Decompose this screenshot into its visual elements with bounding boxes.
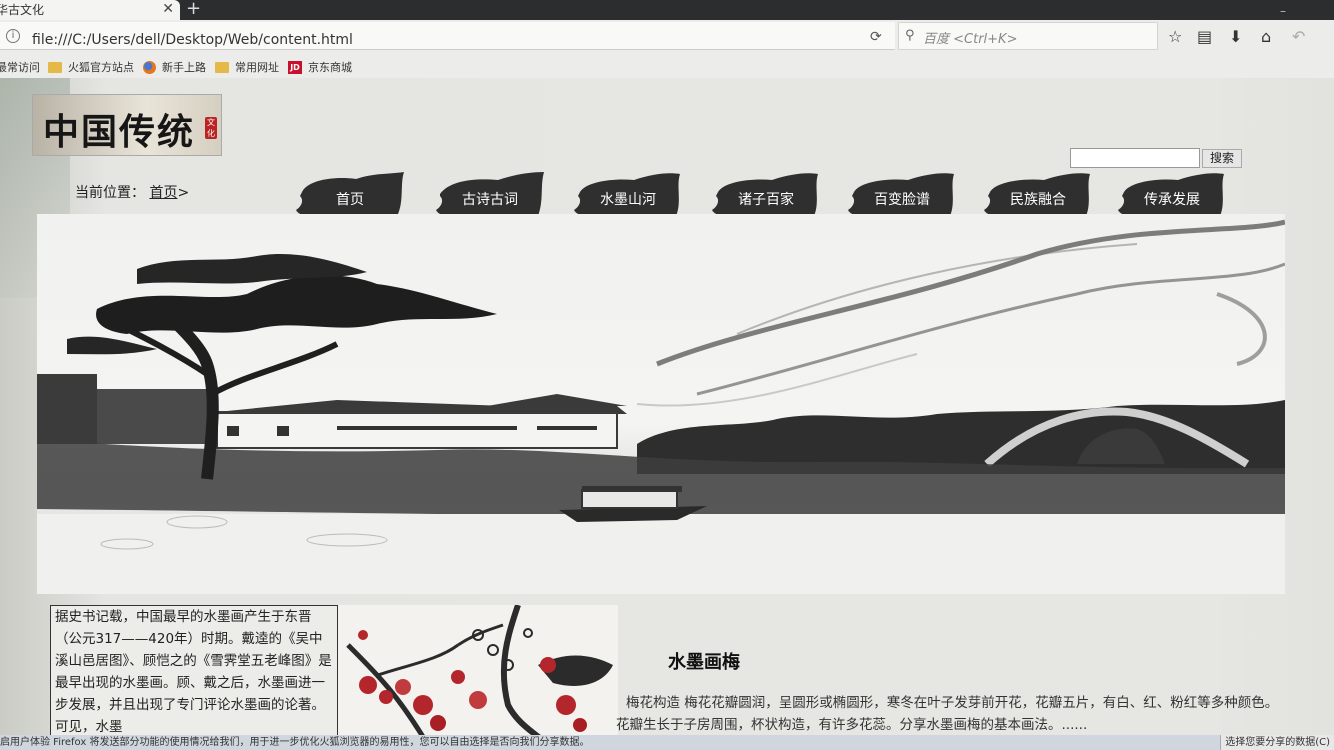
logo-stamp: 文化	[205, 117, 217, 139]
breadcrumb-suffix: >	[177, 185, 190, 201]
folder-icon	[215, 61, 229, 73]
nav-label: 民族融合	[1010, 192, 1066, 208]
address-bar[interactable]: i file:///C:/Users/dell/Desktop/Web/cont…	[0, 22, 895, 50]
download-icon[interactable]: ⬇	[1229, 27, 1242, 46]
article-title: 水墨画梅	[668, 652, 740, 673]
bookmark-label: 火狐官方站点	[68, 61, 134, 74]
site-logo[interactable]: 中国传统 文化	[32, 94, 222, 156]
nav-label: 传承发展	[1144, 192, 1200, 208]
ink-landscape-banner	[37, 214, 1285, 594]
logo-text: 中国传统	[43, 111, 196, 153]
web-page: 中国传统 文化 搜索 当前位置： 首页> 首页 古诗古词 水墨山河 诸子百家 百…	[0, 78, 1334, 735]
search-placeholder: 百度 <Ctrl+K>	[923, 32, 1018, 47]
new-tab-icon[interactable]: +	[186, 0, 201, 19]
breadcrumb-home-link[interactable]: 首页	[149, 185, 177, 201]
reading-list-icon[interactable]: ▤	[1197, 27, 1212, 46]
bookmark-label: 新手上路	[162, 61, 206, 74]
browser-search-box[interactable]: ⚲ 百度 <Ctrl+K>	[898, 22, 1158, 50]
notification-message: 启用户体验 Firefox 将发送部分功能的使用情况给我们，用于进一步优化火狐浏…	[0, 737, 590, 748]
bookmark-label: 京东商城	[308, 61, 352, 74]
navigation-toolbar: i file:///C:/Users/dell/Desktop/Web/cont…	[0, 4, 1334, 58]
breadcrumb: 当前位置： 首页>	[75, 182, 189, 202]
bookmark-getting-started[interactable]: 新手上路	[143, 59, 206, 75]
site-search-input[interactable]	[1070, 148, 1200, 168]
bookmark-most-visited[interactable]: 最常访问	[0, 59, 40, 75]
plum-blossom-image	[338, 605, 618, 735]
tab-strip: 华古文化 ✕ +	[0, 0, 1334, 20]
back-arrow-icon[interactable]: ↶	[1292, 27, 1305, 46]
nav-label: 首页	[336, 192, 364, 208]
data-sharing-notification: 启用户体验 Firefox 将发送部分功能的使用情况给我们，用于进一步优化火狐浏…	[0, 735, 1334, 750]
bookmarks-toolbar: 最常访问 火狐官方站点 新手上路 常用网址 JD 京东商城	[0, 56, 1334, 78]
bookmark-label: 最常访问	[0, 61, 40, 74]
jd-icon: JD	[288, 60, 302, 74]
firefox-icon	[143, 60, 156, 74]
choose-data-button[interactable]: 选择您要分享的数据(C)	[1220, 735, 1334, 750]
site-search-button[interactable]: 搜索	[1202, 149, 1242, 168]
search-icon: ⚲	[905, 28, 915, 43]
close-icon[interactable]: ✕	[162, 0, 174, 18]
minimize-icon[interactable]: –	[1280, 4, 1286, 18]
browser-tab[interactable]: 华古文化 ✕	[0, 0, 180, 20]
star-icon[interactable]: ☆	[1168, 27, 1182, 46]
bookmark-label: 常用网址	[235, 61, 279, 74]
article-body: 梅花构造 梅花花瓣圆润，呈圆形或椭圆形，寒冬在叶子发芽前开花，花瓣五片，有白、红…	[616, 695, 1279, 733]
breadcrumb-label: 当前位置：	[75, 185, 145, 201]
history-text-box: 据史书记载，中国最早的水墨画产生于东晋（公元317——420年）时期。戴逵的《吴…	[50, 605, 338, 735]
nav-label: 水墨山河	[600, 192, 656, 208]
bookmark-firefox-official[interactable]: 火狐官方站点	[48, 59, 134, 75]
ink-landscape-illustration	[37, 219, 1285, 594]
bookmark-jd[interactable]: JD 京东商城	[288, 59, 352, 75]
history-text: 据史书记载，中国最早的水墨画产生于东晋（公元317——420年）时期。戴逵的《吴…	[55, 609, 332, 735]
nav-label: 百变脸谱	[874, 192, 930, 208]
nav-label: 古诗古词	[462, 192, 518, 208]
url-text: file:///C:/Users/dell/Desktop/Web/conten…	[32, 32, 353, 48]
nav-label: 诸子百家	[738, 192, 794, 208]
home-icon[interactable]: ⌂	[1261, 27, 1271, 46]
bookmark-common-sites[interactable]: 常用网址	[215, 59, 279, 75]
tab-title: 华古文化	[0, 3, 45, 17]
plum-blossom-illustration	[346, 605, 613, 735]
folder-icon	[48, 61, 62, 73]
info-icon[interactable]: i	[6, 29, 20, 43]
reload-icon[interactable]: ⟳	[870, 29, 882, 45]
